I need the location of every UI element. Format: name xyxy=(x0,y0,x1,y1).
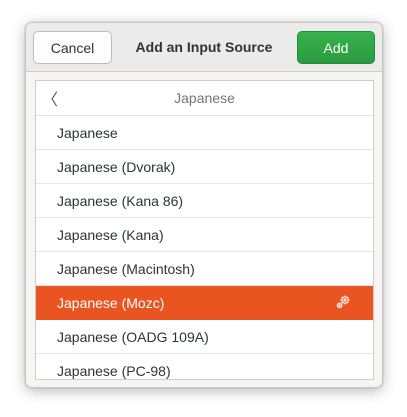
dialog-header: Cancel Add an Input Source Add xyxy=(26,23,382,72)
list-item-label: Japanese (Kana) xyxy=(57,226,164,243)
add-input-source-dialog: Cancel Add an Input Source Add 〈 Japanes… xyxy=(25,22,383,388)
list-item-label: Japanese (Mozc) xyxy=(57,294,165,311)
list-item-japanese-pc-98[interactable]: Japanese (PC-98) xyxy=(36,354,373,379)
input-source-list: 〈 Japanese Japanese Japanese (Dvorak) Ja… xyxy=(35,80,374,380)
list-item-japanese-oadg-109a[interactable]: Japanese (OADG 109A) xyxy=(36,320,373,354)
list-item-japanese-kana-86[interactable]: Japanese (Kana 86) xyxy=(36,184,373,218)
list-item-label: Japanese (PC-98) xyxy=(57,362,171,379)
list-item-japanese[interactable]: Japanese xyxy=(36,116,373,150)
cancel-button[interactable]: Cancel xyxy=(33,31,112,64)
list-item-label: Japanese xyxy=(57,124,118,141)
list-item-label: Japanese (Dvorak) xyxy=(57,158,176,175)
back-chevron-icon[interactable]: 〈 xyxy=(40,87,60,109)
list-item-label: Japanese (Kana 86) xyxy=(57,192,184,209)
list-header: 〈 Japanese xyxy=(36,81,373,116)
add-button[interactable]: Add xyxy=(297,31,375,64)
gear-icon xyxy=(336,295,350,309)
list-item-japanese-macintosh[interactable]: Japanese (Macintosh) xyxy=(36,252,373,286)
dialog-title: Add an Input Source xyxy=(135,39,273,55)
list-item-japanese-dvorak[interactable]: Japanese (Dvorak) xyxy=(36,150,373,184)
list-item-label: Japanese (Macintosh) xyxy=(57,260,195,277)
list-item-japanese-kana[interactable]: Japanese (Kana) xyxy=(36,218,373,252)
list-item-label: Japanese (OADG 109A) xyxy=(57,328,209,345)
list-header-label: Japanese xyxy=(174,90,235,106)
list-item-japanese-mozc[interactable]: Japanese (Mozc) xyxy=(36,286,373,320)
